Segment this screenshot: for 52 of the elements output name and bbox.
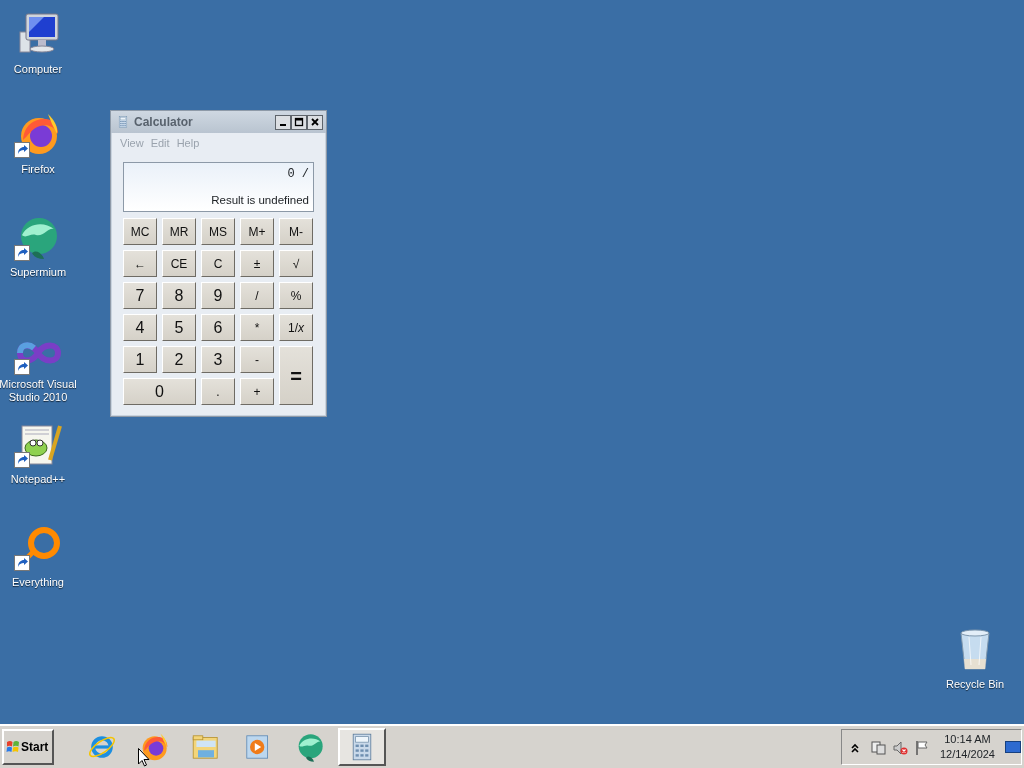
icon-label[interactable]: Computer: [13, 63, 63, 76]
calculator-key[interactable]: CE: [162, 250, 196, 277]
flag-icon[interactable]: [913, 739, 930, 755]
calculator-key[interactable]: ±: [240, 250, 274, 277]
calculator-key[interactable]: %: [279, 282, 313, 309]
calculator-key[interactable]: .: [201, 378, 235, 405]
icon-label[interactable]: Microsoft Visual Studio 2010: [0, 378, 77, 404]
close-button[interactable]: [307, 114, 323, 130]
calculator-key[interactable]: M+: [240, 218, 274, 245]
calculator-icon: [116, 115, 130, 129]
calculator-key[interactable]: MC: [123, 218, 157, 245]
maximize-button[interactable]: [291, 114, 307, 130]
icon-label[interactable]: Supermium: [9, 266, 67, 279]
calculator-key[interactable]: 9: [201, 282, 235, 309]
minimize-button[interactable]: [275, 114, 291, 130]
calculator-key[interactable]: *: [240, 314, 274, 341]
calculator-key[interactable]: MR: [162, 218, 196, 245]
calculator-key[interactable]: 8: [162, 282, 196, 309]
calculator-key[interactable]: 2: [162, 346, 196, 373]
clock[interactable]: 10:14 AM 12/14/2024: [935, 732, 999, 762]
calculator-key[interactable]: C: [201, 250, 235, 277]
calculator-key[interactable]: =: [279, 346, 313, 405]
calculator-key[interactable]: ←: [123, 250, 157, 277]
icon-label[interactable]: Firefox: [21, 163, 55, 176]
start-button[interactable]: Start: [2, 729, 54, 765]
calculator-key[interactable]: 6: [201, 314, 235, 341]
calculator-key[interactable]: 1/x: [279, 314, 313, 341]
close-icon: [310, 117, 320, 127]
calculator-key[interactable]: 4: [123, 314, 157, 341]
icon-label[interactable]: Recycle Bin: [945, 678, 1005, 691]
calculator-key[interactable]: /: [240, 282, 274, 309]
icon-label[interactable]: Everything: [12, 576, 64, 589]
calculator-key[interactable]: MS: [201, 218, 235, 245]
calculator-key[interactable]: 3: [201, 346, 235, 373]
flag-logo-icon: [6, 740, 20, 754]
expression-text: 0 /: [286, 166, 309, 183]
calculator-key[interactable]: -: [240, 346, 274, 373]
calculator-key[interactable]: +: [240, 378, 274, 405]
muted-speaker-icon[interactable]: [891, 739, 908, 755]
result-text: Result is undefined: [210, 192, 309, 208]
window-title: Calculator: [134, 114, 194, 131]
calculator-key[interactable]: 0: [123, 378, 196, 405]
taskbar-button[interactable]: [338, 728, 386, 766]
calculator-key[interactable]: 7: [123, 282, 157, 309]
maximize-icon: [294, 117, 304, 127]
calculator-key[interactable]: 5: [162, 314, 196, 341]
minimize-icon: [278, 123, 288, 126]
icon-label[interactable]: Notepad++: [10, 473, 66, 486]
calculator-key[interactable]: √: [279, 250, 313, 277]
calculator-key[interactable]: 1: [123, 346, 157, 373]
network-icon[interactable]: [869, 739, 886, 755]
calculator-key[interactable]: M-: [279, 218, 313, 245]
